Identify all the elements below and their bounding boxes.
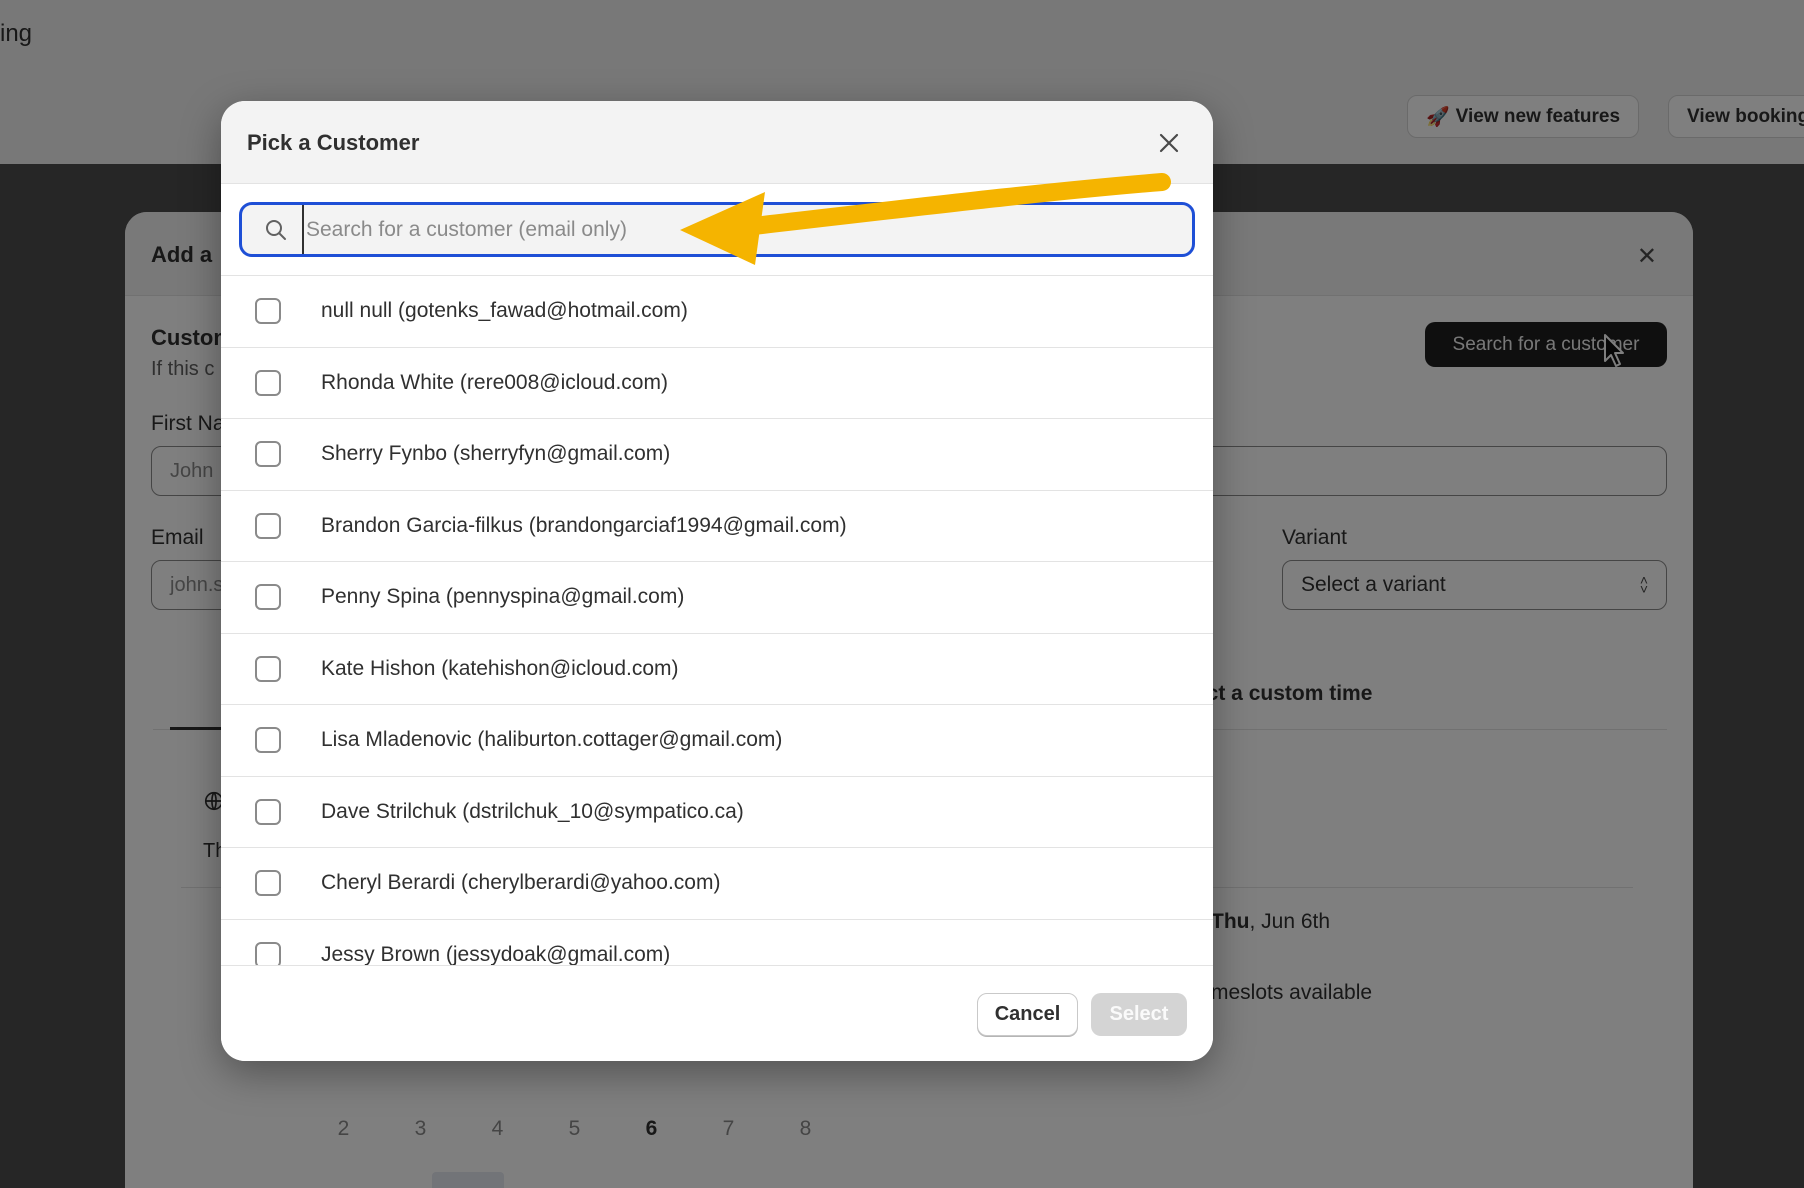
customer-checkbox[interactable] bbox=[255, 870, 281, 897]
customer-label: Kate Hishon (katehishon@icloud.com) bbox=[321, 656, 679, 680]
close-icon bbox=[1159, 133, 1179, 153]
cancel-button[interactable]: Cancel bbox=[977, 993, 1078, 1036]
customer-search-box[interactable] bbox=[239, 202, 1195, 257]
customer-label: Rhonda White (rere008@icloud.com) bbox=[321, 370, 668, 394]
close-dialog-button[interactable] bbox=[1155, 129, 1183, 157]
customer-row[interactable]: Kate Hishon (katehishon@icloud.com) bbox=[221, 634, 1213, 705]
customer-checkbox[interactable] bbox=[255, 512, 281, 539]
pick-customer-dialog: Pick a Customer null null (gotenks_fawad… bbox=[221, 101, 1213, 1061]
search-icon bbox=[266, 219, 286, 240]
customer-label: Dave Strilchuk (dstrilchuk_10@sympatico.… bbox=[321, 799, 744, 823]
customer-label: Penny Spina (pennyspina@gmail.com) bbox=[321, 585, 685, 609]
customer-checkbox[interactable] bbox=[255, 298, 281, 325]
customer-checkbox[interactable] bbox=[255, 369, 281, 396]
customer-label: Cheryl Berardi (cherylberardi@yahoo.com) bbox=[321, 871, 721, 895]
customer-search-input[interactable] bbox=[302, 205, 1192, 254]
customer-row[interactable]: Penny Spina (pennyspina@gmail.com) bbox=[221, 562, 1213, 634]
select-button[interactable]: Select bbox=[1091, 993, 1187, 1036]
customer-checkbox[interactable] bbox=[255, 798, 281, 825]
customer-row[interactable]: Sherry Fynbo (sherryfyn@gmail.com) bbox=[221, 419, 1213, 491]
customer-list: null null (gotenks_fawad@hotmail.com) Rh… bbox=[221, 275, 1213, 965]
customer-row[interactable]: Jessy Brown (jessydoak@gmail.com) bbox=[221, 920, 1213, 965]
customer-checkbox[interactable] bbox=[255, 441, 281, 468]
customer-label: Jessy Brown (jessydoak@gmail.com) bbox=[321, 942, 671, 965]
customer-row[interactable]: Dave Strilchuk (dstrilchuk_10@sympatico.… bbox=[221, 777, 1213, 848]
customer-checkbox[interactable] bbox=[255, 941, 281, 965]
customer-checkbox[interactable] bbox=[255, 584, 281, 611]
customer-row[interactable]: null null (gotenks_fawad@hotmail.com) bbox=[221, 276, 1213, 348]
dialog-title: Pick a Customer bbox=[247, 130, 420, 155]
customer-checkbox[interactable] bbox=[255, 727, 281, 754]
customer-label: Sherry Fynbo (sherryfyn@gmail.com) bbox=[321, 442, 671, 466]
customer-label: Lisa Mladenovic (haliburton.cottager@gma… bbox=[321, 728, 783, 752]
customer-label: Brandon Garcia-filkus (brandongarciaf199… bbox=[321, 513, 847, 537]
customer-row[interactable]: Rhonda White (rere008@icloud.com) bbox=[221, 348, 1213, 419]
customer-label: null null (gotenks_fawad@hotmail.com) bbox=[321, 299, 688, 323]
customer-checkbox[interactable] bbox=[255, 655, 281, 682]
customer-row[interactable]: Lisa Mladenovic (haliburton.cottager@gma… bbox=[221, 705, 1213, 777]
customer-row[interactable]: Cheryl Berardi (cherylberardi@yahoo.com) bbox=[221, 848, 1213, 920]
dialog-header: Pick a Customer bbox=[221, 101, 1213, 184]
dialog-footer: Cancel Select bbox=[221, 965, 1213, 1061]
customer-row[interactable]: Brandon Garcia-filkus (brandongarciaf199… bbox=[221, 491, 1213, 562]
